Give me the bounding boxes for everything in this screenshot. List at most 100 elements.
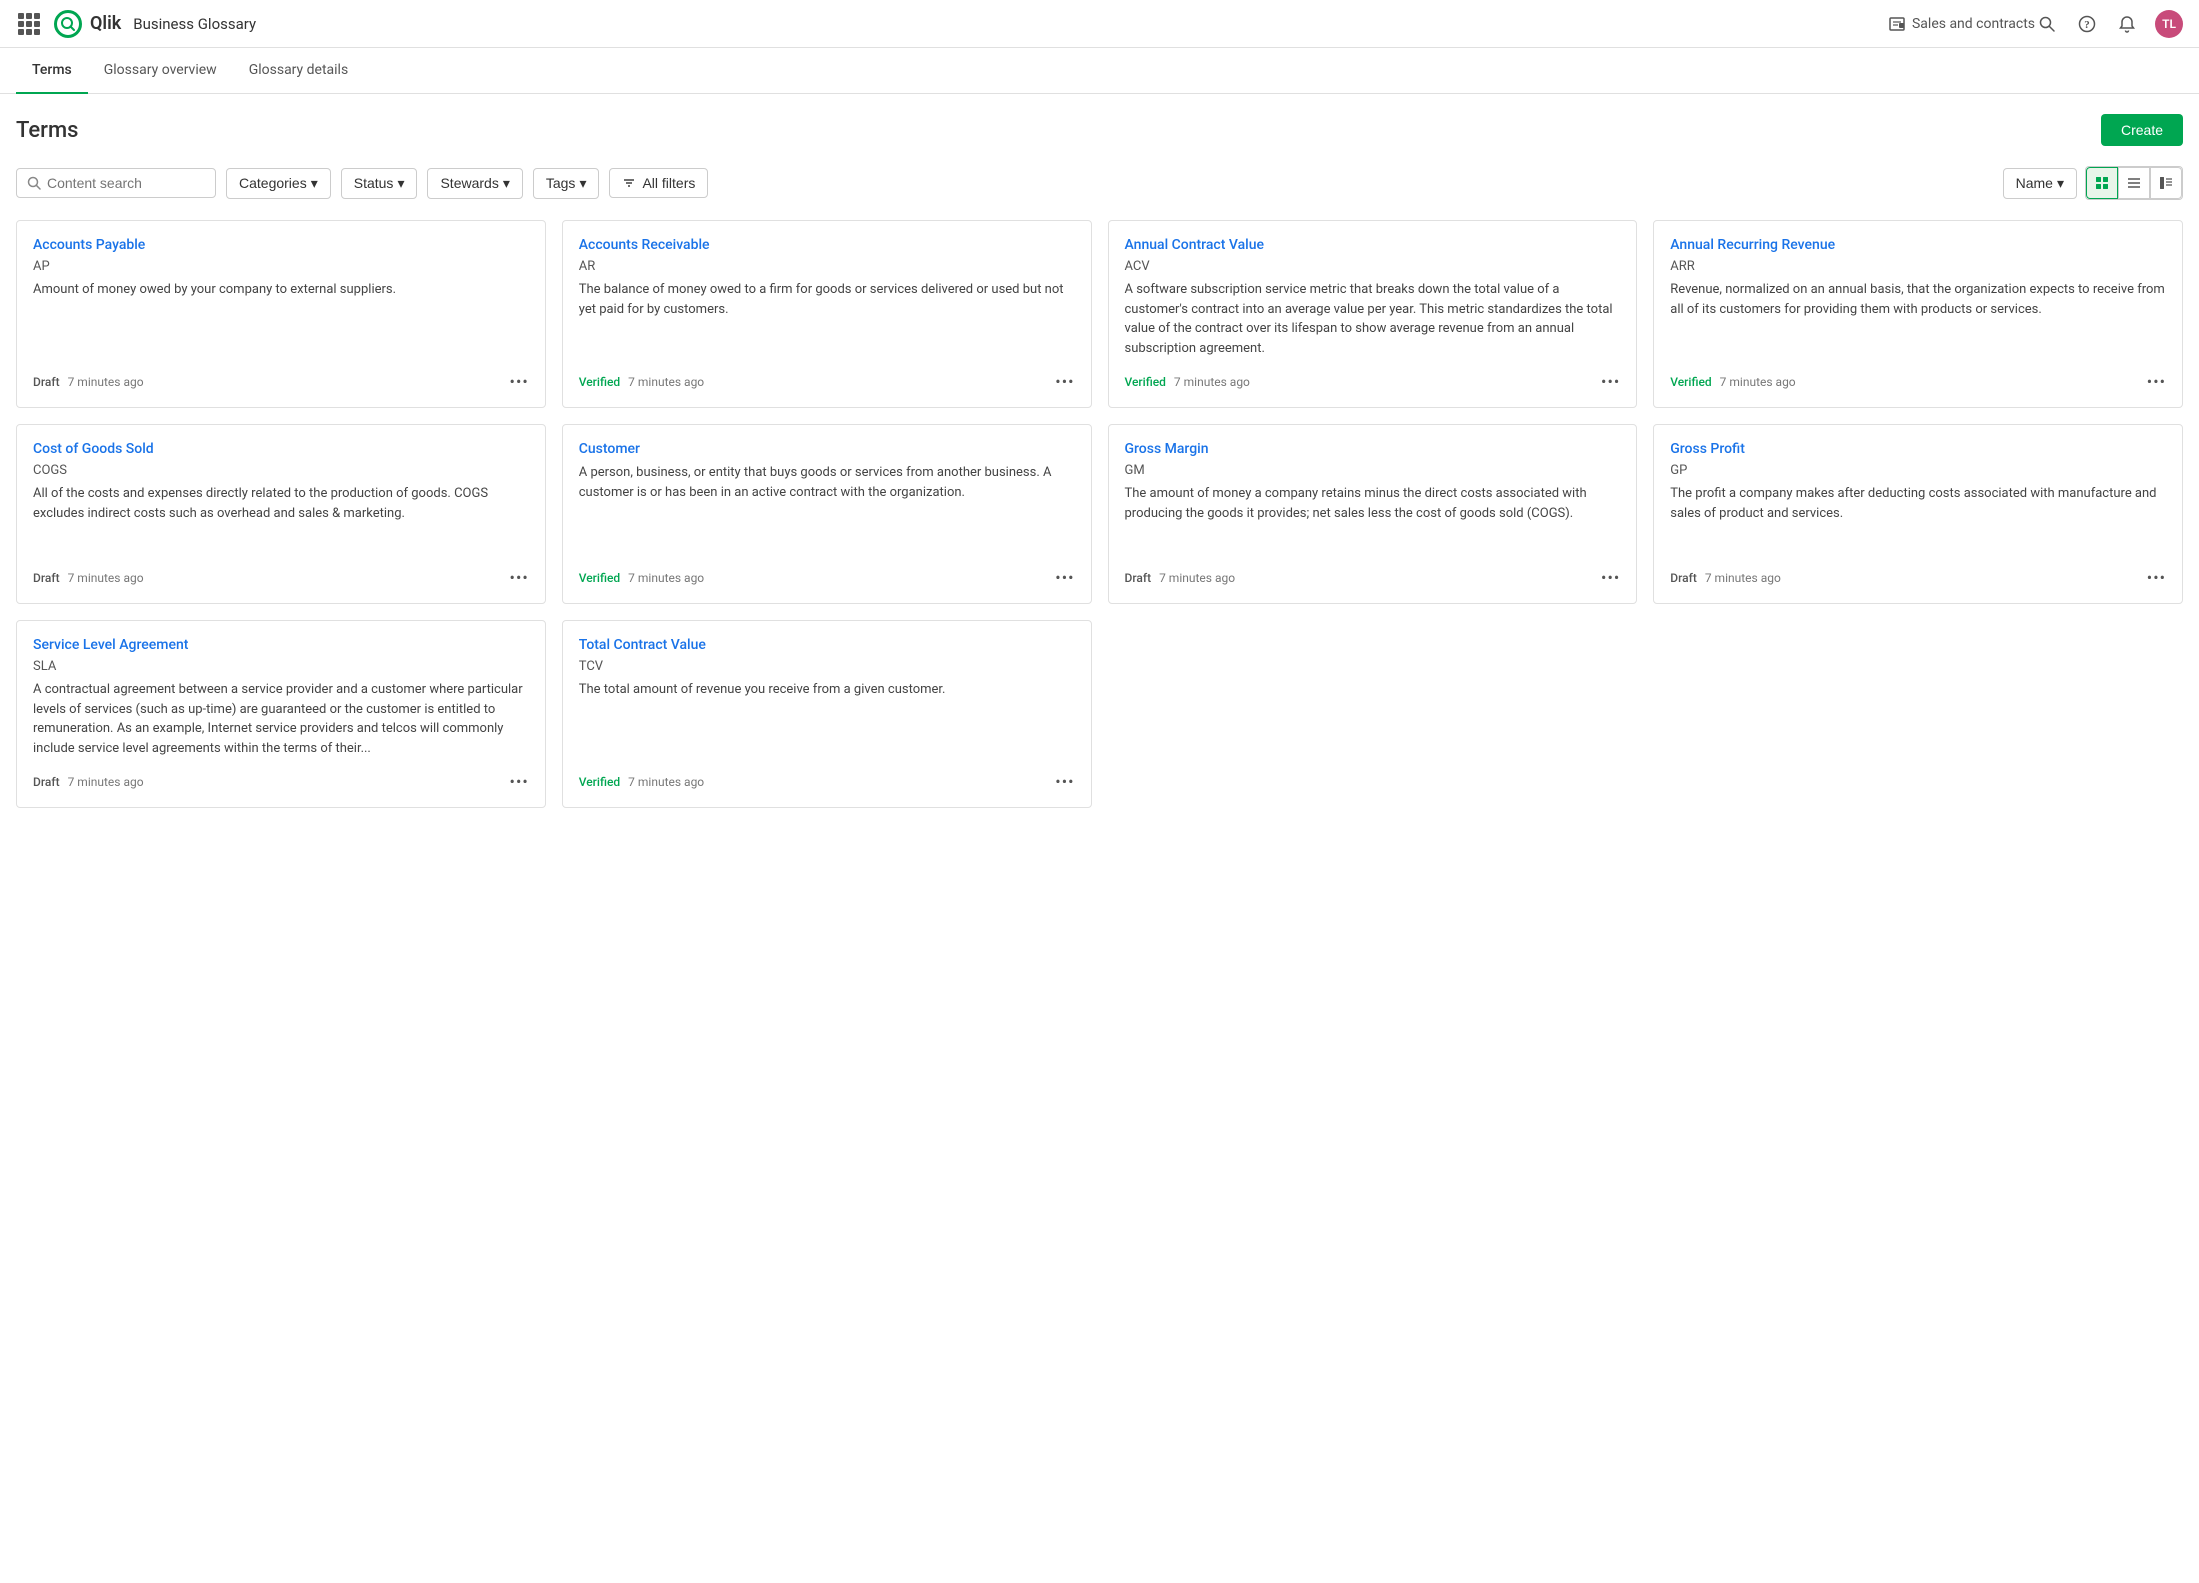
term-abbr: GM: [1125, 463, 1621, 478]
term-description: The total amount of revenue you receive …: [579, 680, 1075, 758]
term-status-badge: Verified: [579, 571, 620, 585]
categories-filter[interactable]: Categories ▾: [226, 168, 331, 199]
filters-right: Name ▾: [2003, 166, 2183, 200]
term-more-button[interactable]: •••: [1601, 372, 1620, 391]
term-card: Total Contract Value TCV The total amoun…: [562, 620, 1092, 808]
term-timestamp: 7 minutes ago: [628, 375, 704, 389]
term-footer: Verified 7 minutes ago •••: [579, 372, 1075, 391]
term-footer: Verified 7 minutes ago •••: [1670, 372, 2166, 391]
term-footer: Verified 7 minutes ago •••: [579, 568, 1075, 587]
term-description: A software subscription service metric t…: [1125, 280, 1621, 358]
term-card: Accounts Payable AP Amount of money owed…: [16, 220, 546, 408]
sort-chevron-icon: ▾: [2057, 175, 2064, 192]
term-description: All of the costs and expenses directly r…: [33, 484, 529, 554]
top-navigation: Qlik Business Glossary Sales and contrac…: [0, 0, 2199, 48]
qlik-logo[interactable]: Qlik: [54, 10, 121, 38]
term-name-link[interactable]: Accounts Payable: [33, 237, 529, 253]
detail-view-button[interactable]: [2150, 167, 2182, 199]
user-avatar[interactable]: TL: [2155, 10, 2183, 38]
term-description: The balance of money owed to a firm for …: [579, 280, 1075, 358]
grid-view-icon: [2095, 176, 2109, 190]
term-more-button[interactable]: •••: [510, 568, 529, 587]
term-card: Cost of Goods Sold COGS All of the costs…: [16, 424, 546, 604]
term-timestamp: 7 minutes ago: [1705, 571, 1781, 585]
term-card: Accounts Receivable AR The balance of mo…: [562, 220, 1092, 408]
term-more-button[interactable]: •••: [1055, 772, 1074, 791]
stewards-chevron-icon: ▾: [503, 175, 510, 192]
context-label[interactable]: Sales and contracts: [1888, 15, 2035, 33]
search-icon[interactable]: [2035, 12, 2059, 36]
term-abbr: SLA: [33, 659, 529, 674]
term-status-badge: Verified: [1125, 375, 1166, 389]
term-description: The amount of money a company retains mi…: [1125, 484, 1621, 554]
term-abbr: COGS: [33, 463, 529, 478]
tags-filter[interactable]: Tags ▾: [533, 168, 600, 199]
stewards-filter[interactable]: Stewards ▾: [427, 168, 522, 199]
term-card: Gross Margin GM The amount of money a co…: [1108, 424, 1638, 604]
term-more-button[interactable]: •••: [1055, 372, 1074, 391]
term-timestamp: 7 minutes ago: [1159, 571, 1235, 585]
term-name-link[interactable]: Accounts Receivable: [579, 237, 1075, 253]
term-card: Service Level Agreement SLA A contractua…: [16, 620, 546, 808]
list-view-button[interactable]: [2118, 167, 2150, 199]
term-timestamp: 7 minutes ago: [68, 775, 144, 789]
search-box[interactable]: [16, 168, 216, 198]
app-title: Business Glossary: [133, 15, 256, 33]
search-input[interactable]: [47, 175, 187, 191]
term-name-link[interactable]: Cost of Goods Sold: [33, 441, 529, 457]
search-input-icon: [27, 176, 41, 190]
term-status-badge: Draft: [1670, 571, 1697, 585]
term-status-badge: Verified: [579, 775, 620, 789]
qlik-wordmark: Qlik: [90, 13, 121, 34]
help-icon[interactable]: ?: [2075, 12, 2099, 36]
term-name-link[interactable]: Annual Contract Value: [1125, 237, 1621, 253]
status-filter[interactable]: Status ▾: [341, 168, 418, 199]
filters-row: Categories ▾ Status ▾ Stewards ▾ Tags ▾ …: [16, 166, 2183, 200]
term-card: Customer A person, business, or entity t…: [562, 424, 1092, 604]
term-description: Revenue, normalized on an annual basis, …: [1670, 280, 2166, 358]
notification-icon[interactable]: [2115, 12, 2139, 36]
term-card: Annual Contract Value ACV A software sub…: [1108, 220, 1638, 408]
term-status-badge: Verified: [1670, 375, 1711, 389]
list-view-icon: [2127, 176, 2141, 190]
term-footer: Draft 7 minutes ago •••: [33, 772, 529, 791]
term-name-link[interactable]: Gross Profit: [1670, 441, 2166, 457]
term-timestamp: 7 minutes ago: [1720, 375, 1796, 389]
grid-menu-icon[interactable]: [16, 11, 42, 37]
grid-view-button[interactable]: [2086, 167, 2118, 199]
tab-glossary-overview[interactable]: Glossary overview: [88, 48, 233, 94]
tab-navigation: Terms Glossary overview Glossary details: [0, 48, 2199, 94]
terms-grid: Accounts Payable AP Amount of money owed…: [16, 220, 2183, 808]
term-timestamp: 7 minutes ago: [628, 775, 704, 789]
term-description: A contractual agreement between a servic…: [33, 680, 529, 758]
term-description: Amount of money owed by your company to …: [33, 280, 529, 358]
term-footer: Draft 7 minutes ago •••: [33, 372, 529, 391]
term-name-link[interactable]: Service Level Agreement: [33, 637, 529, 653]
sort-button[interactable]: Name ▾: [2003, 168, 2077, 199]
term-status-badge: Draft: [33, 571, 60, 585]
qlik-logo-circle: [54, 10, 82, 38]
term-description: A person, business, or entity that buys …: [579, 463, 1075, 554]
term-abbr: AP: [33, 259, 529, 274]
tab-glossary-details[interactable]: Glossary details: [233, 48, 365, 94]
term-more-button[interactable]: •••: [510, 372, 529, 391]
term-more-button[interactable]: •••: [1055, 568, 1074, 587]
term-name-link[interactable]: Gross Margin: [1125, 441, 1621, 457]
nav-left: Qlik Business Glossary: [16, 10, 1888, 38]
create-button[interactable]: Create: [2101, 114, 2183, 146]
term-name-link[interactable]: Total Contract Value: [579, 637, 1075, 653]
term-status-badge: Verified: [579, 375, 620, 389]
term-more-button[interactable]: •••: [2147, 372, 2166, 391]
nav-right: ? TL: [2035, 10, 2183, 38]
term-more-button[interactable]: •••: [1601, 568, 1620, 587]
term-name-link[interactable]: Customer: [579, 441, 1075, 457]
term-more-button[interactable]: •••: [510, 772, 529, 791]
term-name-link[interactable]: Annual Recurring Revenue: [1670, 237, 2166, 253]
tab-terms[interactable]: Terms: [16, 48, 88, 94]
term-card: Annual Recurring Revenue ARR Revenue, no…: [1653, 220, 2183, 408]
term-more-button[interactable]: •••: [2147, 568, 2166, 587]
term-footer: Verified 7 minutes ago •••: [1125, 372, 1621, 391]
term-footer: Draft 7 minutes ago •••: [1125, 568, 1621, 587]
term-abbr: TCV: [579, 659, 1075, 674]
all-filters-button[interactable]: All filters: [609, 168, 708, 198]
